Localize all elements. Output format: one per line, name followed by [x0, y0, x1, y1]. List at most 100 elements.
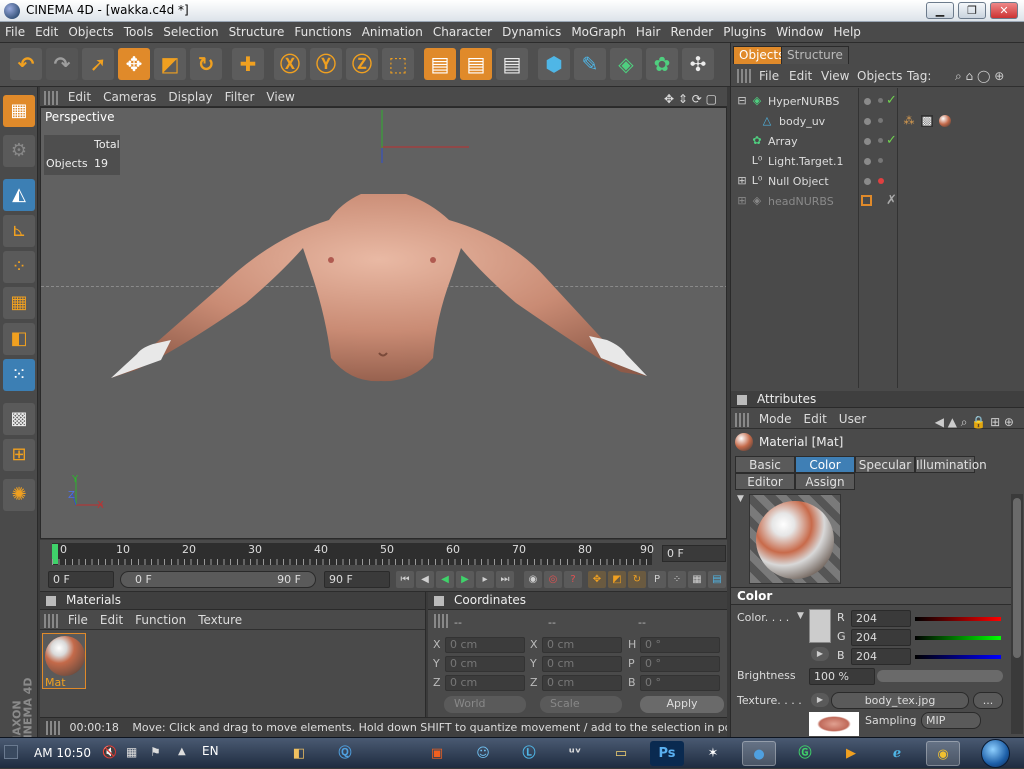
render-disabled-dot[interactable] — [878, 178, 884, 184]
viewport-menu-cameras[interactable]: Cameras — [97, 87, 162, 104]
objects-menu-view[interactable]: View — [821, 69, 849, 83]
taskbar-chrome-icon[interactable]: ◉ — [926, 741, 960, 766]
texture-mode-icon[interactable]: ⁙ — [3, 359, 35, 391]
b-slider[interactable] — [915, 655, 1001, 659]
deformer-icon[interactable]: ✣ — [682, 48, 714, 80]
object-row-null-object[interactable]: ⊞ L⁰ Null Object — [731, 172, 1024, 192]
render-settings-icon[interactable]: ▤ — [496, 48, 528, 80]
menu-window[interactable]: Window — [771, 22, 828, 39]
menu-animation[interactable]: Animation — [357, 22, 428, 39]
collapse-triangle-icon[interactable]: ▼ — [737, 494, 744, 504]
tab-basic[interactable]: Basic — [735, 456, 795, 473]
materials-menu-texture[interactable]: Texture — [192, 610, 248, 627]
sculpt-icon[interactable]: ✺ — [3, 479, 35, 511]
object-row-hypernurbs[interactable]: ⊟ ◈ HyperNURBS ✓ — [731, 92, 1024, 112]
model-mode-icon[interactable]: ◭ — [3, 179, 35, 211]
tray-expand-icon[interactable]: ▲ — [178, 746, 186, 757]
taskbar-uv-icon[interactable]: ᵘᵛ — [558, 741, 592, 766]
attributes-nav-icons[interactable]: ◀ ▲ ⌕ 🔒 ⊞ ⊕ — [929, 412, 1020, 430]
enabled-check-icon[interactable]: ✓ — [886, 133, 897, 148]
rot-p-field[interactable]: 0 ° — [640, 656, 720, 672]
disabled-x-icon[interactable]: ✗ — [886, 193, 897, 208]
tab-illumination[interactable]: Illumination — [915, 456, 987, 473]
menu-render[interactable]: Render — [665, 22, 718, 39]
brightness-slider[interactable] — [877, 670, 1003, 682]
materials-menu-function[interactable]: Function — [129, 610, 192, 627]
objects-search-icons[interactable]: ⌕ ⌂ ◯ ⊕ — [955, 69, 1004, 84]
g-field[interactable]: 204 — [851, 629, 911, 646]
texture-tag-icon[interactable] — [939, 115, 951, 127]
record-icon[interactable]: ◉ — [524, 571, 542, 588]
x-axis-lock-icon[interactable]: Ⓧ — [274, 48, 306, 80]
go-to-end-icon[interactable]: ⏭ — [496, 571, 514, 588]
perspective-viewport[interactable]: Perspective Total Objects 19 X Y Z — [40, 107, 727, 539]
menu-character[interactable]: Character — [428, 22, 497, 39]
spline-pen-icon[interactable]: ✎ — [574, 48, 606, 80]
taskbar-cinema4d-icon[interactable]: ● — [742, 741, 776, 766]
taskbar-g-icon[interactable]: Ⓖ — [788, 741, 822, 766]
scale-mode-select[interactable]: Scale — [540, 696, 622, 713]
object-row-light-target[interactable]: L⁰ Light.Target.1 — [731, 152, 1024, 172]
attributes-scrollbar[interactable] — [1011, 494, 1023, 734]
rot-h-field[interactable]: 0 ° — [640, 637, 720, 653]
tab-color[interactable]: Color — [795, 456, 855, 473]
tab-assign[interactable]: Assign — [795, 473, 855, 490]
viewport-menu-display[interactable]: Display — [162, 87, 218, 104]
play-backward-icon[interactable]: ◀ — [436, 571, 454, 588]
coordinate-mode-select[interactable]: World — [444, 696, 526, 713]
action-center-icon[interactable]: ⚑ — [150, 745, 161, 759]
pos-z-field[interactable]: 0 cm — [445, 675, 525, 691]
uvw-tag-icon[interactable]: ▩ — [921, 115, 933, 127]
menu-edit[interactable]: Edit — [30, 22, 63, 39]
color-mode-toggle[interactable]: ▶ — [811, 647, 829, 661]
sampling-select[interactable]: MIP — [921, 712, 981, 729]
taskbar-media-icon[interactable]: ▶ — [834, 741, 868, 766]
timeline-layout-icon[interactable]: ▤ — [708, 571, 726, 588]
menu-objects[interactable]: Objects — [63, 22, 118, 39]
prev-frame-icon[interactable]: ◀︎ — [416, 571, 434, 588]
timeline-ruler[interactable]: 0 10 20 30 40 50 60 70 80 90 — [52, 543, 654, 565]
start-frame-field[interactable]: 0 F — [48, 571, 114, 588]
play-forward-icon[interactable]: ▶ — [456, 571, 474, 588]
keyframe-selection-icon[interactable]: ? — [564, 571, 582, 588]
objects-menu-file[interactable]: File — [759, 69, 779, 83]
render-view-icon[interactable]: ▤ — [424, 48, 456, 80]
make-editable-icon[interactable]: ⚙ — [3, 135, 35, 167]
clock[interactable]: AM 10:50 — [34, 746, 91, 760]
undo-icon[interactable]: ↶ — [10, 48, 42, 80]
menu-selection[interactable]: Selection — [158, 22, 223, 39]
z-axis-lock-icon[interactable]: Ⓩ — [346, 48, 378, 80]
start-button[interactable] — [974, 738, 1018, 769]
object-row-array[interactable]: ✿ Array ✓ — [731, 132, 1024, 152]
g-slider[interactable] — [915, 636, 1001, 640]
materials-menu-edit[interactable]: Edit — [94, 610, 129, 627]
interpolation-icon[interactable]: ▦ — [688, 571, 706, 588]
taskbar-photoshop-icon[interactable]: Ps — [650, 741, 684, 766]
attributes-menu-mode[interactable]: Mode — [753, 409, 798, 426]
taskbar-explorer-icon[interactable]: ▭ — [604, 741, 638, 766]
viewport-menu-edit[interactable]: Edit — [62, 87, 97, 104]
menu-mograph[interactable]: MoGraph — [566, 22, 631, 39]
object-mode-icon[interactable]: ⊾ — [3, 215, 35, 247]
objects-menu-tags[interactable]: Tag: — [907, 69, 931, 83]
b-field[interactable]: 204 — [851, 648, 911, 665]
record-point-icon[interactable]: ⁘ — [668, 571, 686, 588]
move-tool-icon[interactable]: ✥ — [118, 48, 150, 80]
layer-icon[interactable] — [861, 195, 872, 206]
polygons-mode-icon[interactable]: ◧ — [3, 323, 35, 355]
language-indicator[interactable]: EN — [202, 744, 219, 758]
size-z-field[interactable]: 0 cm — [542, 675, 622, 691]
objects-menu-edit[interactable]: Edit — [789, 69, 812, 83]
size-y-field[interactable]: 0 cm — [542, 656, 622, 672]
timeline[interactable]: 0 10 20 30 40 50 60 70 80 90 0 F — [40, 540, 727, 568]
taskbar-office-icon[interactable]: ▣ — [420, 741, 454, 766]
tab-specular[interactable]: Specular — [855, 456, 915, 473]
attributes-menu-user[interactable]: User — [833, 409, 872, 426]
render-picture-viewer-icon[interactable]: ▤ — [460, 48, 492, 80]
texture-menu-toggle[interactable]: ▶ — [811, 693, 829, 707]
live-selection-icon[interactable]: ➚ — [82, 48, 114, 80]
record-rotation-icon[interactable]: ↻ — [628, 571, 646, 588]
array-icon[interactable]: ✿ — [646, 48, 678, 80]
checker-texture-icon[interactable]: ▩ — [3, 403, 35, 435]
rotate-tool-icon[interactable]: ↻ — [190, 48, 222, 80]
